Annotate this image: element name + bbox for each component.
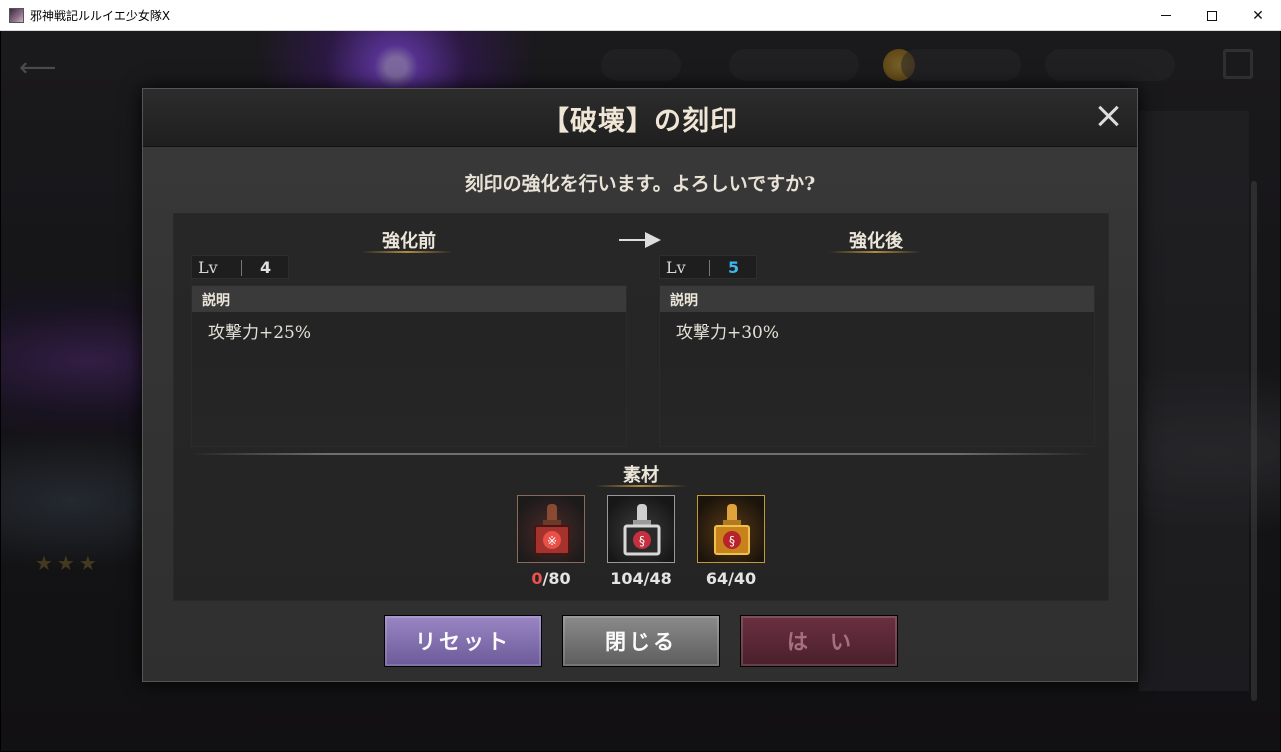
before-level-value: 4 — [260, 258, 272, 277]
svg-text:§: § — [729, 534, 735, 548]
window-title: 邪神戦記ルルイエ少女隊X — [30, 9, 171, 23]
before-level: Lv 4 — [191, 255, 289, 279]
red-stamp-icon: ※ — [534, 504, 570, 555]
description-header: 説明 — [192, 286, 626, 312]
section-divider — [191, 453, 1091, 455]
minimize-button[interactable] — [1143, 0, 1189, 31]
reset-button[interactable]: リセット — [384, 615, 542, 667]
window-close-button[interactable]: ✕ — [1235, 0, 1281, 31]
level-separator — [709, 260, 710, 276]
hud-pill — [601, 49, 681, 81]
gold-stamp-icon: § — [714, 504, 750, 555]
materials-heading: 素材 — [623, 465, 659, 486]
svg-text:※: ※ — [547, 534, 557, 548]
dialog-title: 【破壊】の刻印 — [542, 106, 738, 137]
coin-icon — [883, 49, 915, 81]
after-description-text: 攻撃力+30% — [676, 323, 780, 343]
hud-pill — [901, 49, 1021, 81]
material-need: /40 — [728, 569, 757, 588]
material-silver-stamp[interactable]: § — [607, 495, 675, 563]
level-label: Lv — [198, 258, 218, 277]
material-have: 104 — [610, 569, 644, 588]
before-description: 説明 攻撃力+25% — [191, 285, 627, 447]
description-heading: 説明 — [202, 293, 230, 309]
level-label: Lv — [666, 258, 686, 277]
material-need: /48 — [643, 569, 672, 588]
close-button[interactable]: 閉じる — [562, 615, 720, 667]
before-description-text: 攻撃力+25% — [208, 323, 312, 343]
material-have: 0 — [531, 569, 543, 588]
after-heading: 強化後 — [849, 231, 903, 252]
after-level-value: 5 — [728, 258, 740, 277]
menu-icon — [1223, 49, 1253, 79]
window-titlebar: 邪神戦記ルルイエ少女隊X ✕ — [0, 0, 1281, 31]
heading-underline — [361, 251, 453, 253]
back-arrow-icon: ⟵ — [19, 53, 57, 83]
material-have: 64 — [705, 569, 729, 588]
level-separator — [241, 260, 242, 276]
silver-stamp-icon: § — [623, 504, 661, 556]
dialog-close-button[interactable] — [1093, 101, 1123, 131]
app-icon — [9, 8, 24, 23]
yes-button[interactable]: はい — [740, 615, 898, 667]
maximize-icon — [1207, 10, 1217, 21]
star-icon: ★★★ — [35, 551, 101, 575]
material-need: /80 — [542, 569, 571, 588]
heading-underline — [595, 485, 687, 487]
background-scrollbar — [1251, 181, 1257, 701]
hud-pill — [729, 49, 859, 81]
dialog-header: 【破壊】の刻印 — [143, 89, 1137, 147]
material-red-stamp[interactable]: ※ — [517, 495, 585, 563]
material-gold-stamp[interactable]: § — [697, 495, 765, 563]
description-header: 説明 — [660, 286, 1094, 312]
after-description: 説明 攻撃力+30% — [659, 285, 1095, 447]
right-arrow-icon — [619, 230, 663, 250]
hud-pill — [1045, 49, 1175, 81]
description-heading: 説明 — [670, 293, 698, 309]
minimize-icon — [1161, 15, 1171, 16]
material-count: 0/80 — [506, 569, 596, 588]
engraving-upgrade-dialog: 【破壊】の刻印 刻印の強化を行います。よろしいですか? 強化前 Lv 4 説明 … — [142, 88, 1138, 682]
maximize-button[interactable] — [1189, 0, 1235, 31]
confirm-message: 刻印の強化を行います。よろしいですか? — [464, 173, 816, 195]
svg-text:§: § — [639, 534, 645, 548]
material-count: 64/40 — [686, 569, 776, 588]
heading-underline — [829, 251, 921, 253]
after-level: Lv 5 — [659, 255, 757, 279]
before-heading: 強化前 — [382, 231, 436, 252]
close-icon: ✕ — [1252, 7, 1264, 24]
background-side-panel — [1139, 111, 1249, 691]
material-count: 104/48 — [596, 569, 686, 588]
